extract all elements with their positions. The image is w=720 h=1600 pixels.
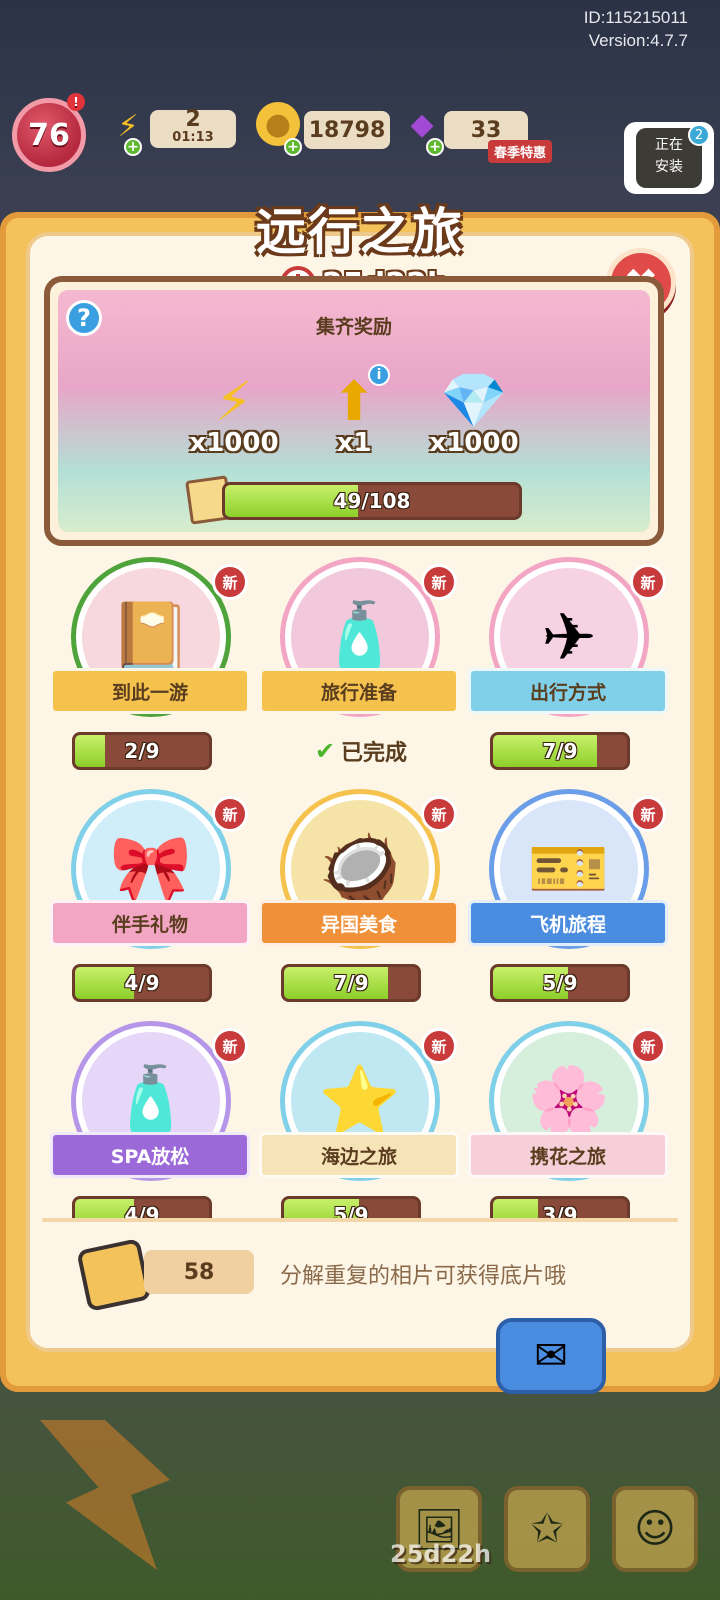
- coin-counter: 18798: [304, 111, 390, 149]
- album-progress-text: 7/9: [542, 739, 578, 763]
- album-progress-bar: 3/9: [490, 1196, 630, 1218]
- album-label: 异国美食: [259, 900, 459, 946]
- star-help-button[interactable]: ✩: [504, 1486, 590, 1572]
- player-id: ID:115215011: [583, 8, 688, 27]
- energy-timer: 01:13: [172, 130, 214, 145]
- lightning-icon: ⚡: [215, 369, 253, 433]
- album-card[interactable]: ✈ 新出行方式 7/9: [468, 556, 668, 776]
- album-progress-bar: 7/9: [281, 964, 421, 1002]
- reward-banner: ? 集齐奖励 ⚡ x1000 ⬆ x1 i 💎 x1000 49/108: [44, 276, 664, 546]
- album-progress-text: 5/9: [333, 1203, 369, 1218]
- player-level-badge[interactable]: 76 !: [12, 93, 86, 172]
- album-progress-text: 2/9: [124, 739, 160, 763]
- album-progress-bar: 5/9: [281, 1196, 421, 1218]
- player-level: 76: [28, 117, 70, 153]
- album-grid: 📔 新到此一游 2/9 🧴 新旅行准备 ✔ 已完成 ✈ 新出行方式 7/9 🎀 新伴手礼物 4/9 🥥 新异…: [40, 552, 680, 1218]
- lightning-decoration-icon: [40, 1420, 170, 1570]
- reward-qty: x1: [336, 428, 372, 458]
- album-card[interactable]: 🧴 新 SPA放松 4/9: [50, 1020, 250, 1218]
- new-badge: 新: [212, 796, 248, 832]
- energy-value: 2: [185, 107, 201, 132]
- collection-progress-bar: 49/108: [222, 482, 522, 520]
- album-progress-text: 4/9: [124, 971, 160, 995]
- album-card[interactable]: 🧴 新旅行准备 ✔ 已完成: [259, 556, 459, 776]
- install-label-line2: 安装: [655, 159, 683, 175]
- new-badge: 新: [630, 1028, 666, 1064]
- alert-icon: !: [67, 93, 85, 111]
- check-icon: ✔: [314, 737, 336, 765]
- energy-counter: 2 01:13: [150, 107, 236, 148]
- envelope-button[interactable]: ✉: [496, 1318, 606, 1394]
- purple-gem-icon: 💎: [440, 369, 508, 432]
- new-badge: 新: [421, 564, 457, 600]
- album-label: SPA放松: [50, 1132, 250, 1178]
- album-card[interactable]: 🥥 新异国美食 7/9: [259, 788, 459, 1008]
- new-badge: 新: [212, 1028, 248, 1064]
- film-hint: 分解重复的相片可获得底片哦: [280, 1264, 567, 1289]
- album-progress-bar: 4/9: [72, 964, 212, 1002]
- album-card[interactable]: ⭐ 新海边之旅 5/9: [259, 1020, 459, 1218]
- reward-item[interactable]: 💎 x1000: [424, 368, 524, 458]
- app-version: Version:4.7.7: [588, 31, 688, 50]
- album-progress-text: 5/9: [542, 971, 578, 995]
- album-progress-bar: 2/9: [72, 732, 212, 770]
- album-card[interactable]: 🎫 新飞机旅程 5/9: [468, 788, 668, 1008]
- new-badge: 新: [212, 564, 248, 600]
- album-label: 出行方式: [468, 668, 668, 714]
- player-info: ID:115215011 Version:4.7.7: [584, 6, 688, 52]
- new-badge: 新: [630, 796, 666, 832]
- reward-item[interactable]: ⬆ x1 i: [304, 364, 404, 458]
- install-widget[interactable]: 正在 安装 2: [624, 122, 714, 194]
- album-progress-text: 3/9: [542, 1203, 578, 1218]
- album-label: 旅行准备: [259, 668, 459, 714]
- grid-divider: [42, 1218, 678, 1222]
- film-count: 58: [144, 1250, 254, 1294]
- album-label: 飞机旅程: [468, 900, 668, 946]
- new-badge: 新: [421, 1028, 457, 1064]
- coin-add-button[interactable]: +: [284, 138, 302, 156]
- album-label: 到此一游: [50, 668, 250, 714]
- album-progress-bar: 4/9: [72, 1196, 212, 1218]
- film-roll-icon: [76, 1238, 152, 1312]
- album-label: 携花之旅: [468, 1132, 668, 1178]
- album-label: 海边之旅: [259, 1132, 459, 1178]
- banner-subtitle: 集齐奖励: [315, 316, 392, 338]
- bottom-event-timer: 25d22h: [390, 1540, 492, 1568]
- envelope-icon: ✉: [534, 1333, 568, 1379]
- album-progress-bar: 7/9: [490, 732, 630, 770]
- character-button[interactable]: ☺: [612, 1486, 698, 1572]
- install-count-badge: 2: [688, 124, 710, 146]
- energy-add-button[interactable]: +: [124, 138, 142, 156]
- album-progress-text: 7/9: [333, 971, 369, 995]
- new-badge: 新: [630, 564, 666, 600]
- album-progress-bar: 5/9: [490, 964, 630, 1002]
- collection-progress-text: 49/108: [333, 489, 411, 513]
- album-card[interactable]: 📔 新到此一游 2/9: [50, 556, 250, 776]
- film-counter[interactable]: 58: [76, 1238, 258, 1312]
- reward-qty: x1000: [429, 428, 519, 458]
- album-card[interactable]: 🎀 新伴手礼物 4/9: [50, 788, 250, 1008]
- gem-add-button[interactable]: +: [426, 138, 444, 156]
- new-badge: 新: [421, 796, 457, 832]
- reward-item[interactable]: ⚡ x1000: [184, 368, 284, 459]
- reward-qty: x1000: [189, 428, 279, 458]
- info-icon[interactable]: i: [368, 364, 390, 386]
- album-progress-text: 4/9: [124, 1203, 160, 1218]
- album-card[interactable]: 🌸 新携花之旅 3/9: [468, 1020, 668, 1218]
- completed-text: 已完成: [341, 741, 408, 766]
- album-label: 伴手礼物: [50, 900, 250, 946]
- spring-sale-tag[interactable]: 春季特惠: [488, 140, 553, 163]
- completed-status: ✔ 已完成: [281, 732, 441, 770]
- panel-title: 远行之旅: [256, 203, 464, 261]
